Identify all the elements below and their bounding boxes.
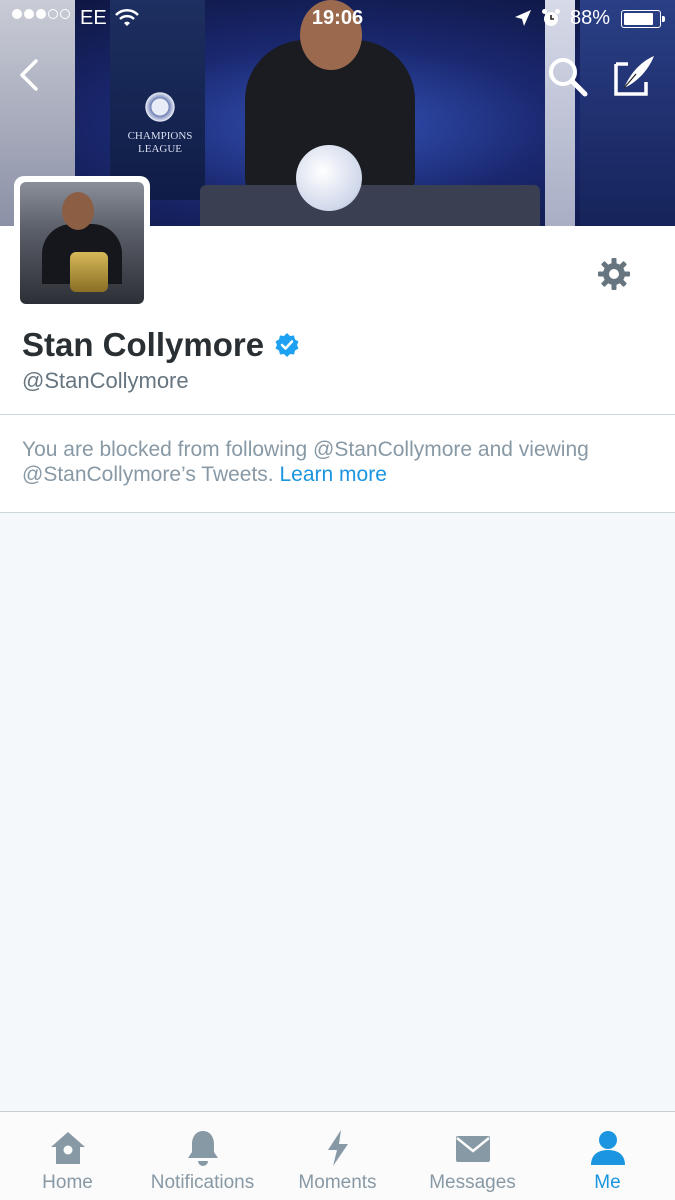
tab-label: Notifications (150, 1172, 255, 1193)
battery-percent: 88% (570, 7, 611, 29)
tab-label: Moments (298, 1172, 377, 1193)
envelope-icon (455, 1136, 490, 1162)
search-button[interactable] (545, 54, 589, 98)
back-button[interactable] (10, 55, 50, 95)
blocked-notice-text: You are blocked from following @StanColl… (22, 437, 662, 487)
avatar-image (20, 182, 144, 304)
trophy-graphic (70, 252, 108, 292)
display-name-text: Stan Collymore (22, 326, 265, 363)
home-icon (50, 1132, 85, 1164)
tab-messages[interactable]: Messages (405, 1112, 540, 1200)
battery-icon (621, 10, 665, 28)
profile-handle: @StanCollymore (22, 368, 189, 393)
tab-label: Home (42, 1172, 93, 1193)
tab-me[interactable]: Me (540, 1112, 675, 1200)
settings-gear-button[interactable] (596, 256, 632, 292)
logo-text-2: LEAGUE (138, 143, 182, 155)
compose-tweet-button[interactable] (612, 52, 658, 98)
tab-label: Me (594, 1172, 621, 1193)
learn-more-link[interactable]: Learn more (279, 463, 386, 486)
banner-desk (200, 185, 540, 226)
tab-home[interactable]: Home (0, 1112, 135, 1200)
starball-icon (143, 90, 177, 124)
champions-league-logo: CHAMPIONS LEAGUE (120, 90, 200, 156)
verified-badge-icon (275, 333, 299, 357)
location-arrow-icon (515, 10, 531, 26)
profile-display-name: Stan Collymore (22, 326, 300, 364)
battery-fill (624, 13, 654, 25)
logo-text-1: CHAMPIONS (127, 130, 193, 142)
alarm-clock-icon (542, 9, 560, 26)
tab-label: Messages (429, 1172, 516, 1193)
avatar[interactable] (14, 176, 150, 310)
bell-icon (187, 1131, 218, 1166)
tab-notifications[interactable]: Notifications (135, 1112, 270, 1200)
tab-bar: Home Notifications Moments Messages Me (0, 1111, 675, 1200)
tab-moments[interactable]: Moments (270, 1112, 405, 1200)
banner-football (296, 145, 362, 211)
person-icon (590, 1131, 625, 1165)
status-bar: EE 19:06 88% (0, 0, 675, 38)
lightning-icon (327, 1130, 348, 1166)
divider (0, 512, 675, 513)
